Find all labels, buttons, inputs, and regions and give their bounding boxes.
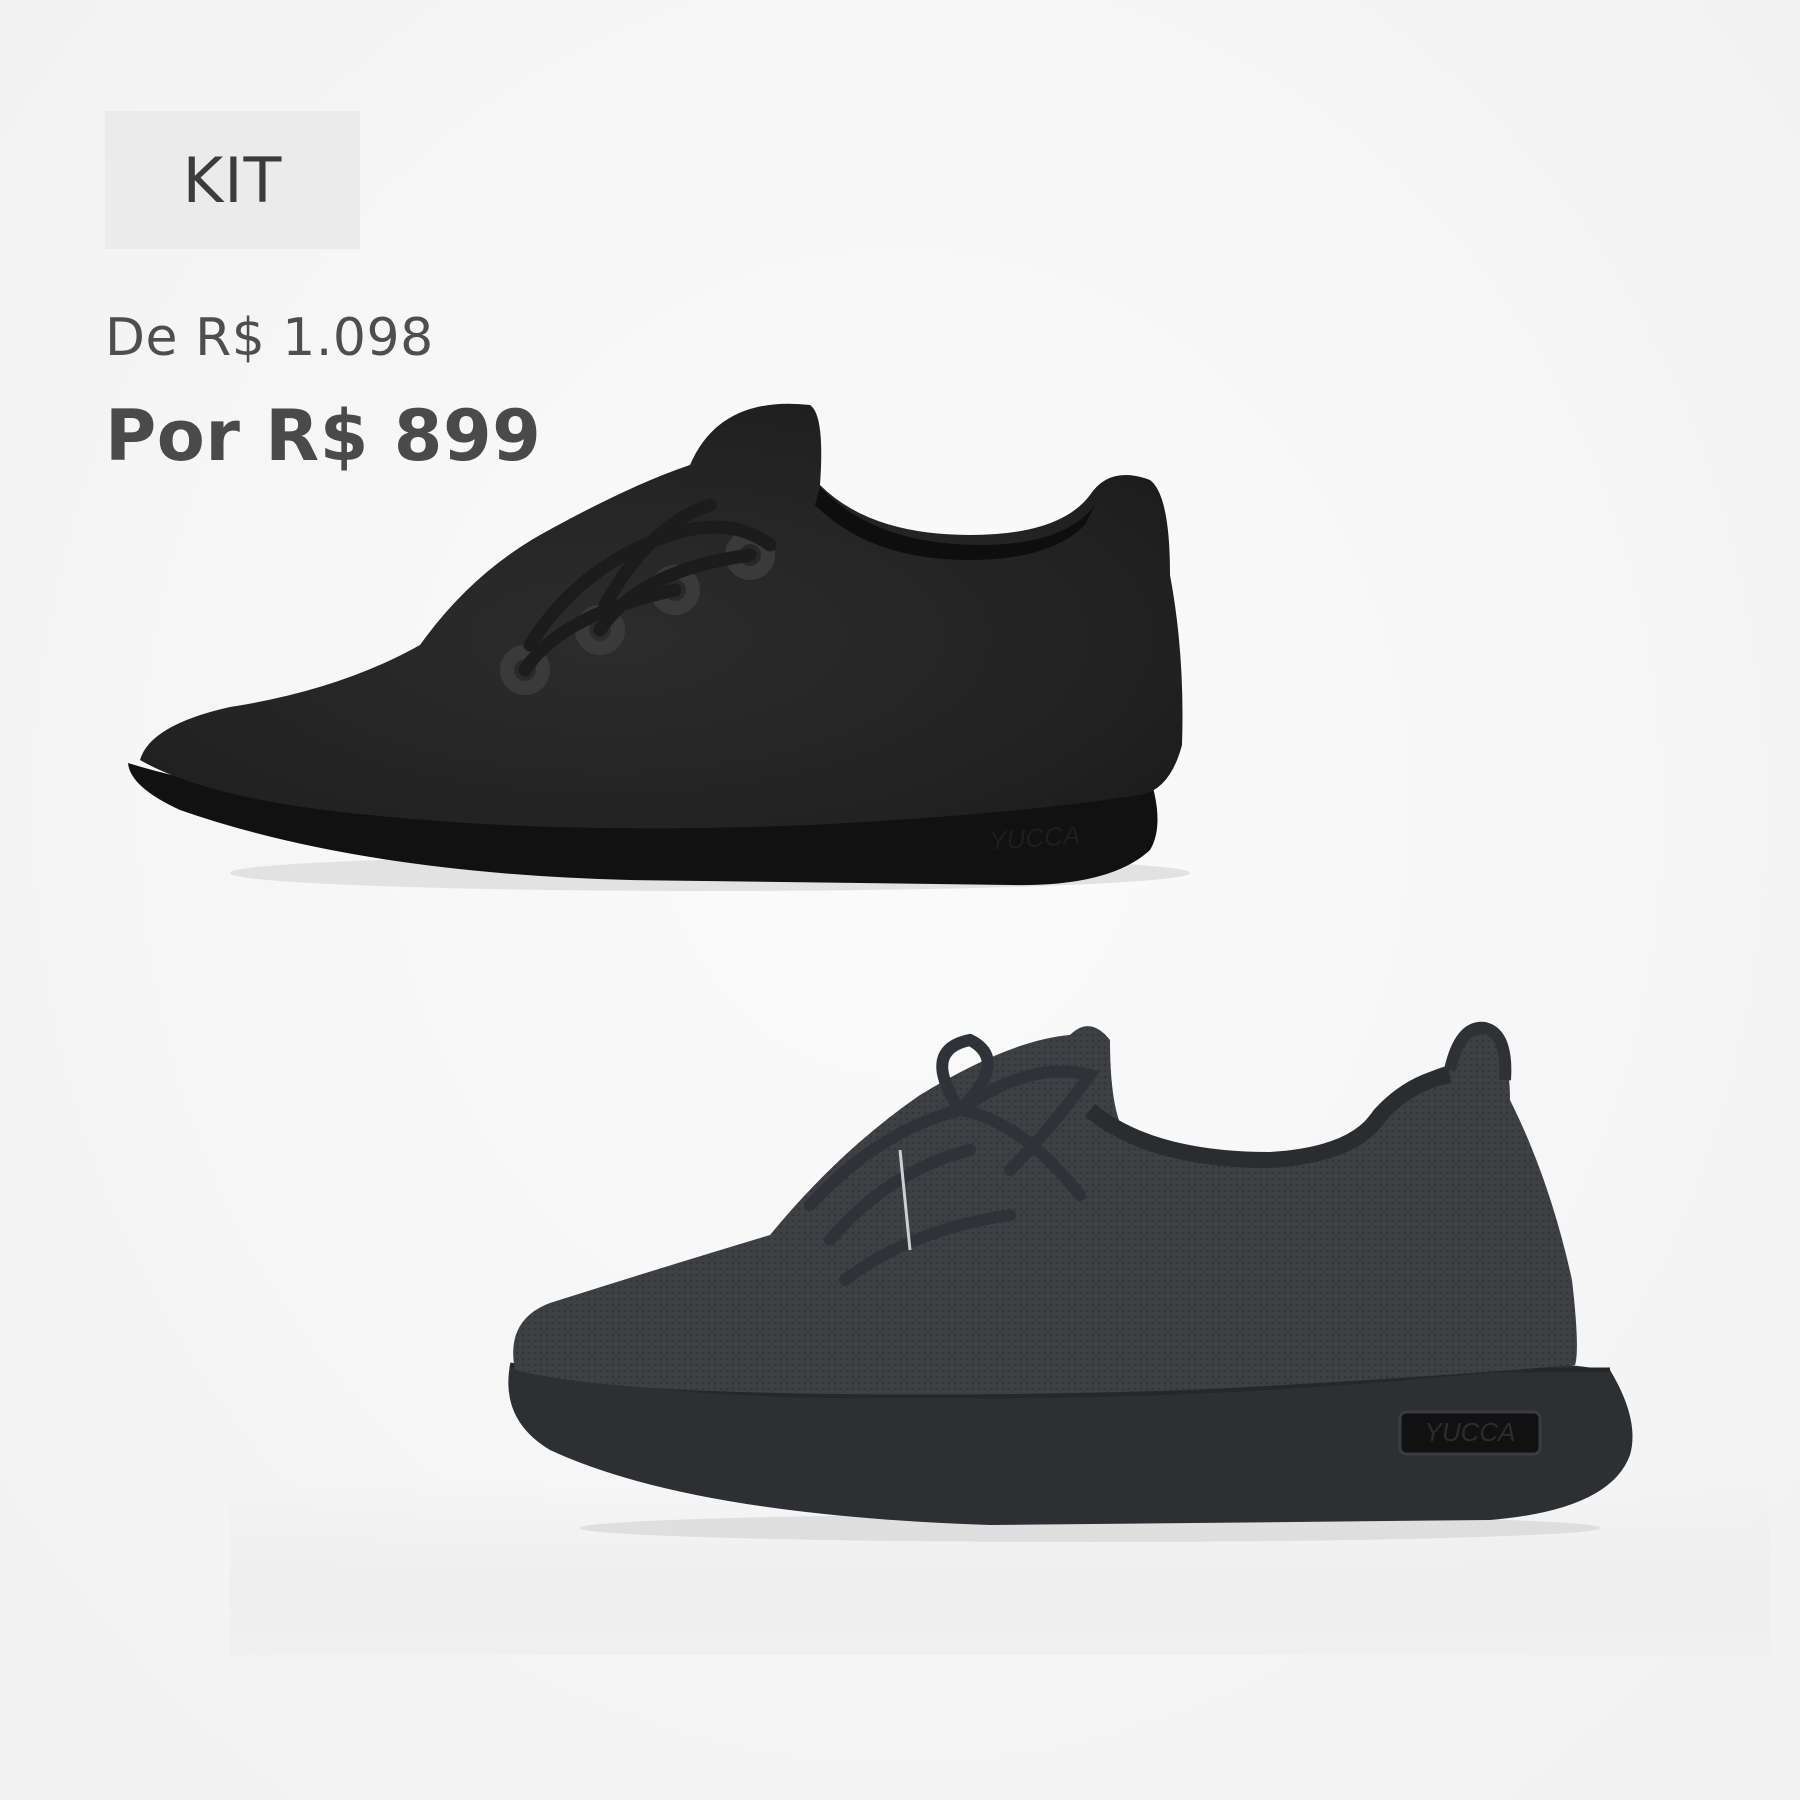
wool-sole-logo: YUCCA [988, 820, 1081, 856]
kit-badge: KIT [105, 111, 360, 249]
wool-sneaker-image: YUCCA [128, 403, 1190, 891]
kit-badge-label: KIT [182, 143, 283, 217]
knit-sneaker-image: YUCCA [508, 1021, 1633, 1542]
product-card: KIT De R$ 1.098 Por R$ 899 YUCCA YUCCA [0, 0, 1800, 1800]
knit-sole-logo: YUCCA [1424, 1417, 1515, 1447]
original-price: De R$ 1.098 [105, 308, 434, 368]
